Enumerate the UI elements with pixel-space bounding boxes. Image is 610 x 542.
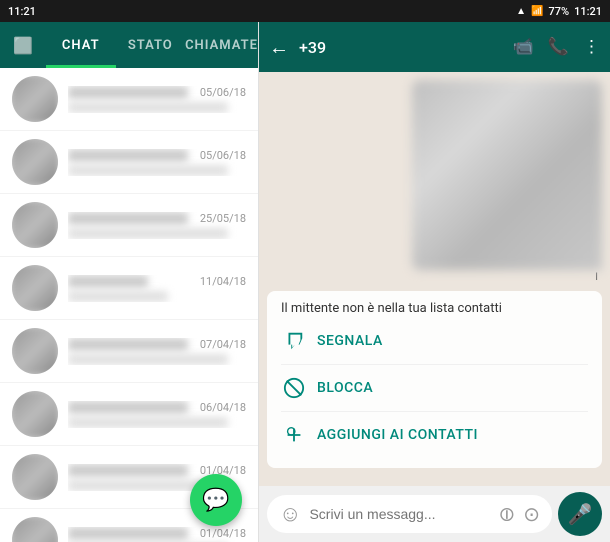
segnala-icon	[281, 328, 307, 354]
chat-date: 06/04/18	[200, 401, 246, 414]
contact-number: +39	[299, 38, 503, 57]
fab-new-chat[interactable]: 💬	[190, 474, 242, 526]
emoji-button[interactable]: ☺	[279, 501, 301, 527]
action-segnala[interactable]: SEGNALA	[281, 328, 588, 364]
battery-level: 77%	[548, 5, 569, 18]
list-item[interactable]: 11/04/18	[0, 257, 258, 320]
segnala-label: SEGNALA	[317, 333, 383, 349]
avatar	[12, 202, 58, 248]
chat-date: 25/05/18	[200, 212, 246, 225]
list-item[interactable]: 25/05/18	[0, 194, 258, 257]
more-options-icon[interactable]: ⋮	[583, 37, 600, 57]
microphone-icon: 🎤	[568, 502, 593, 526]
avatar	[12, 139, 58, 185]
video-call-icon[interactable]: 📹	[513, 37, 534, 57]
contact-info: +39	[299, 38, 503, 57]
chat-date: 11/04/18	[200, 275, 246, 288]
tab-stato[interactable]: STATO	[116, 22, 186, 68]
avatar	[12, 517, 58, 542]
chat-preview	[68, 291, 168, 302]
tab-chiamate-label: CHIAMATE	[185, 38, 258, 53]
main-area: ⬜ CHAT STATO CHIAMATE 05/06/18	[0, 22, 610, 542]
action-blocca[interactable]: BLOCCA	[281, 364, 588, 411]
tabs-bar: ⬜ CHAT STATO CHIAMATE	[0, 22, 258, 68]
right-time: 11:21	[574, 5, 602, 18]
avatar	[12, 76, 58, 122]
tab-chiamate[interactable]: CHIAMATE	[185, 22, 258, 68]
avatar	[12, 454, 58, 500]
chat-name	[68, 149, 188, 162]
chat-date: 05/06/18	[200, 149, 246, 162]
chat-preview	[68, 417, 228, 428]
tab-camera[interactable]: ⬜	[0, 22, 46, 68]
right-status-panel: ▲ 📶 77% 11:21	[305, 0, 610, 22]
chat-name	[68, 275, 148, 288]
attach-icon[interactable]: ⊘	[492, 500, 521, 529]
chat-preview	[68, 228, 228, 239]
tab-chat[interactable]: CHAT	[46, 22, 116, 68]
info-text: Il mittente non è nella tua lista contat…	[281, 301, 588, 316]
chat-date: 01/04/18	[200, 527, 246, 540]
chat-name	[68, 401, 188, 414]
camera-icon: ⬜	[13, 36, 33, 55]
chat-name	[68, 464, 188, 477]
new-chat-icon: 💬	[202, 488, 229, 513]
right-header-icons: 📹 📞 ⋮	[513, 37, 600, 57]
wifi-icon: ▲	[516, 6, 526, 17]
camera-input-icon[interactable]: ⊙	[523, 502, 540, 526]
left-time: 11:21	[8, 5, 36, 18]
list-item[interactable]: 05/06/18	[0, 131, 258, 194]
input-bar: ☺ ⊘ ⊙ 🎤	[259, 486, 610, 542]
chat-name	[68, 86, 188, 99]
send-button[interactable]: 🎤	[558, 492, 602, 536]
blocca-label: BLOCCA	[317, 380, 373, 396]
input-wrapper: ☺ ⊘ ⊙	[267, 495, 552, 533]
list-item[interactable]: 05/06/18	[0, 68, 258, 131]
avatar	[12, 265, 58, 311]
right-header: ← +39 📹 📞 ⋮	[259, 22, 610, 72]
tab-stato-label: STATO	[128, 38, 173, 53]
chat-list: 05/06/18 05/06/18	[0, 68, 258, 542]
chat-date: 05/06/18	[200, 86, 246, 99]
blurred-image	[412, 80, 602, 270]
chat-preview	[68, 165, 228, 176]
status-bar: 11:21 ▲ 📶 77% 11:21	[0, 0, 610, 22]
chat-date: 07/04/18	[200, 338, 246, 351]
phone-call-icon[interactable]: 📞	[548, 37, 569, 57]
blocca-icon	[281, 375, 307, 401]
left-panel: ⬜ CHAT STATO CHIAMATE 05/06/18	[0, 22, 259, 542]
aggiungi-label: AGGIUNGI AI CONTATTI	[317, 427, 478, 443]
message-input[interactable]	[309, 506, 490, 522]
signal-icon: 📶	[531, 6, 543, 17]
chat-name	[68, 212, 188, 225]
chat-area: I Il mittente non è nella tua lista cont…	[259, 72, 610, 486]
action-aggiungi[interactable]: AGGIUNGI AI CONTATTI	[281, 411, 588, 458]
info-box: Il mittente non è nella tua lista contat…	[267, 291, 602, 468]
chat-name	[68, 527, 188, 540]
avatar	[12, 391, 58, 437]
tab-chat-label: CHAT	[62, 38, 100, 53]
chat-preview	[68, 354, 228, 365]
image-message: I	[412, 80, 602, 283]
chat-preview	[68, 102, 228, 113]
list-item[interactable]: 07/04/18	[0, 320, 258, 383]
right-panel: ← +39 📹 📞 ⋮ I Il mittente non è nella tu…	[259, 22, 610, 542]
list-item[interactable]: 06/04/18	[0, 383, 258, 446]
aggiungi-icon	[281, 422, 307, 448]
chat-name	[68, 338, 188, 351]
left-status-panel: 11:21	[0, 0, 305, 22]
avatar	[12, 328, 58, 374]
message-time: I	[412, 272, 602, 283]
back-button[interactable]: ←	[269, 35, 289, 60]
